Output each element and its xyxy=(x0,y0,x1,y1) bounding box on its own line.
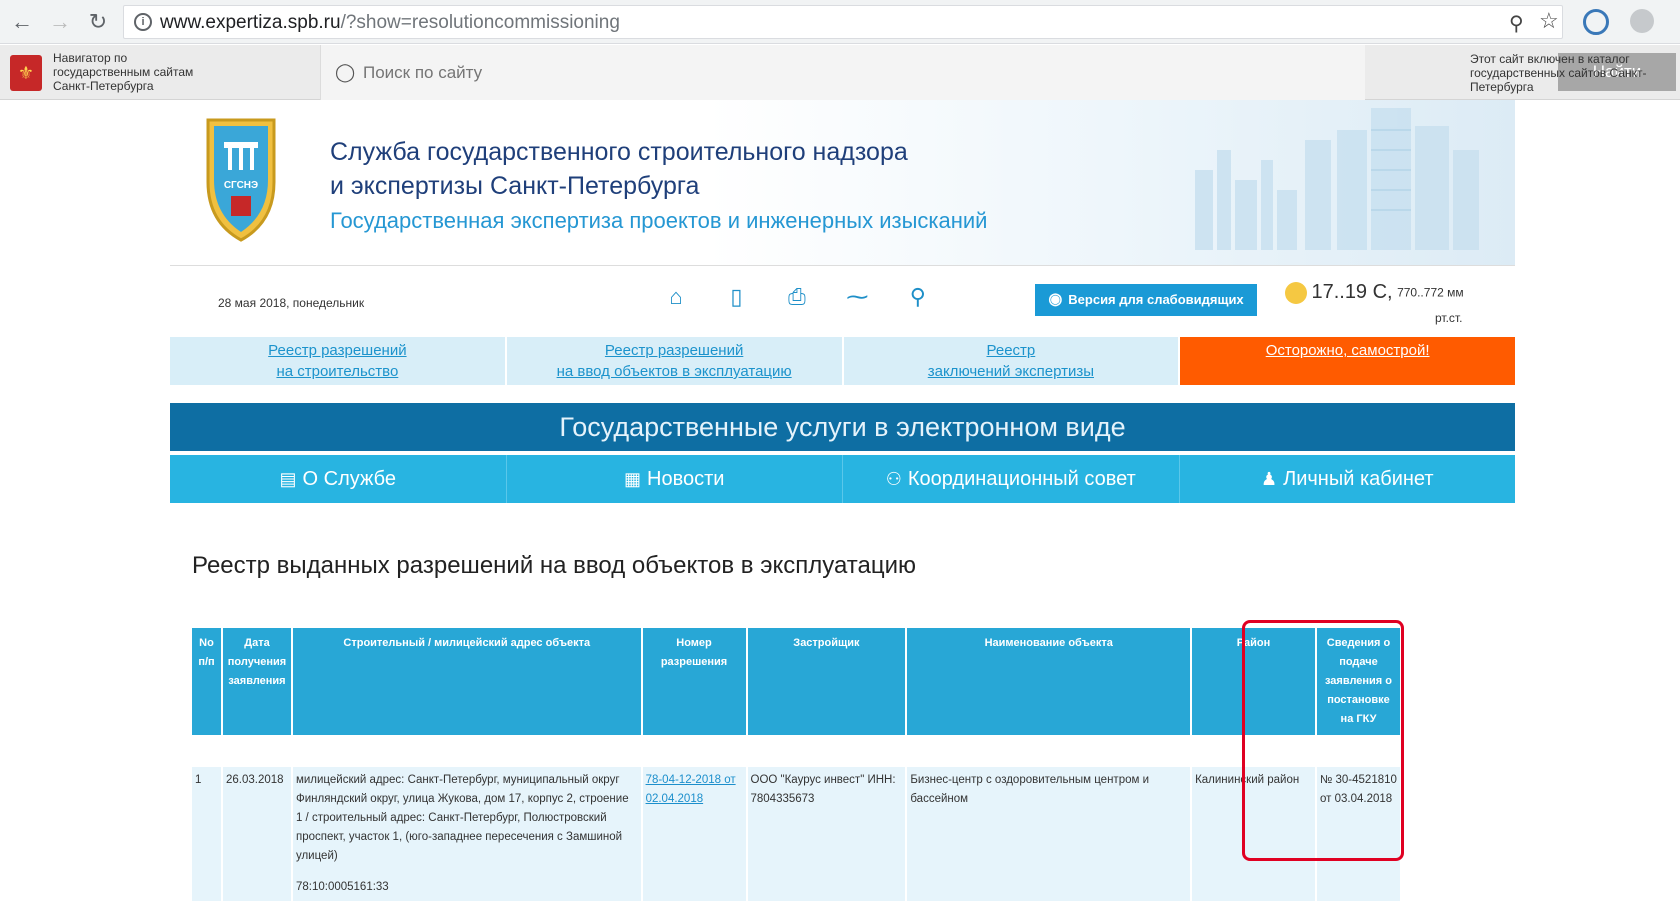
column-header: Дата получения заявления xyxy=(221,628,293,735)
print-icon[interactable]: ⎙ xyxy=(781,284,813,310)
menu-cabinet[interactable]: ♟ Личный кабинет xyxy=(1180,455,1516,503)
cell-num: 1 xyxy=(192,767,223,901)
tool-icons: ⌂ ▯ ⎙ ⁓ ⚲ xyxy=(660,284,958,310)
extension-icon[interactable] xyxy=(1583,9,1609,35)
city-skyline-image xyxy=(1195,108,1479,250)
cell-date: 26.03.2018 xyxy=(221,767,293,901)
registry-construction-permits-link[interactable]: Реестр разрешений на строительство xyxy=(170,337,505,385)
permits-table: No п/п Дата получения заявления Строител… xyxy=(192,628,1403,901)
table-row: 1 26.03.2018 милицейский адрес: Санкт-Пе… xyxy=(192,767,1403,901)
sgsne-logo-icon[interactable]: СГСНЭ xyxy=(204,112,278,242)
bookmark-star-icon[interactable]: ☆ xyxy=(1539,8,1559,34)
svg-text:СГСНЭ: СГСНЭ xyxy=(224,180,258,191)
mobile-icon[interactable]: ▯ xyxy=(720,284,752,310)
permit-link[interactable]: 78-04-12-2018 от 02.04.2018 xyxy=(646,774,736,805)
registry-commissioning-permits-link[interactable]: Реестр разрешений на ввод объектов в эксп… xyxy=(506,337,842,385)
profile-avatar-icon[interactable] xyxy=(1630,9,1654,33)
group-icon: ⚇ xyxy=(885,469,902,489)
address-bar[interactable]: i www.expertiza.spb.ru/?show=resolutionc… xyxy=(123,5,1563,39)
column-header: Наименование объекта xyxy=(906,628,1193,735)
cell-permit: 78-04-12-2018 от 02.04.2018 xyxy=(641,767,748,901)
menu-about[interactable]: ▤ О Службе xyxy=(170,455,507,503)
column-header: Сведения о подаче заявления о постановке… xyxy=(1315,628,1403,735)
unauthorized-construction-link[interactable]: Осторожно, самострой! xyxy=(1180,337,1515,385)
eye-icon: ◉ xyxy=(1048,291,1063,308)
catalog-note[interactable]: Этот сайт включен в каталог государствен… xyxy=(1470,52,1680,94)
zoom-icon[interactable]: ⚲ xyxy=(1509,11,1524,36)
cell-gku: № 30-4521810 от 03.04.2018 xyxy=(1315,767,1403,901)
current-date: 28 мая 2018, понедельник xyxy=(218,296,365,310)
low-vision-label: Версия для слабовидящих xyxy=(1068,292,1244,307)
rss-icon[interactable]: ⁓ xyxy=(841,284,873,310)
forward-arrow-icon[interactable]: → xyxy=(46,8,74,36)
site-info-icon[interactable]: i xyxy=(134,13,152,31)
site-search: ◯ Найти xyxy=(320,45,1676,100)
sun-cloud-icon xyxy=(1285,281,1307,304)
search-icon[interactable]: ⚲ xyxy=(902,284,934,310)
menu-council[interactable]: ⚇ Координационный совет xyxy=(843,455,1180,503)
column-header: Район xyxy=(1191,628,1317,735)
site-header: СГСНЭ Служба государственного строительн… xyxy=(170,100,1515,265)
cell-object: Бизнес-центр с оздоровительным центром и… xyxy=(906,767,1193,901)
cell-developer: ООО "Каурус инвест" ИНН: 7804335673 xyxy=(746,767,908,901)
url-host: www.expertiza.spb.ru xyxy=(160,12,341,33)
url-path: /?show=resolutioncommissioning xyxy=(340,12,620,33)
reload-icon[interactable]: ↻ xyxy=(84,8,112,36)
search-icon: ◯ xyxy=(335,62,356,82)
menu-news[interactable]: ▦ Новости xyxy=(507,455,843,503)
gov-navigator-bar: ⚜ Навигатор по государственным сайтам Са… xyxy=(0,45,1680,100)
site-subtitle: Государственная экспертиза проектов и ин… xyxy=(330,208,988,233)
table-header-row: No п/п Дата получения заявления Строител… xyxy=(192,628,1403,735)
address-text: милицейский адрес: Санкт-Петербург, муни… xyxy=(295,774,629,862)
back-arrow-icon[interactable]: ← xyxy=(8,8,36,36)
spb-emblem-icon[interactable]: ⚜ xyxy=(10,55,42,91)
site-title-line2: и экспертизы Санкт-Петербурга xyxy=(330,172,700,200)
registry-links: Реестр разрешений на строительство Реестр… xyxy=(170,337,1515,385)
cadastral-number: 78:10:0005161:33 xyxy=(295,881,389,893)
weather-widget: 17..19 С, 770..772 мм рт.ст. xyxy=(1285,281,1485,325)
user-icon: ♟ xyxy=(1260,469,1278,489)
column-header: Строительный / милицейский адрес объекта xyxy=(291,628,643,735)
registry-expert-conclusions-link[interactable]: Реестр заключений экспертизы xyxy=(843,337,1179,385)
column-header: No п/п xyxy=(192,628,223,735)
book-icon: ▤ xyxy=(279,469,297,489)
url-text[interactable]: www.expertiza.spb.ru/?show=resolutioncom… xyxy=(160,12,620,34)
column-header: Застройщик xyxy=(746,628,908,735)
cell-district: Калининский район xyxy=(1191,767,1317,901)
news-icon: ▦ xyxy=(624,469,642,489)
tool-row: 28 мая 2018, понедельник ⌂ ▯ ⎙ ⁓ ⚲ ◉ Верс… xyxy=(170,265,1515,337)
site-title: Служба государственного строительного на… xyxy=(330,135,908,203)
main-menu: ▤ О Службе ▦ Новости ⚇ Координационный сове… xyxy=(170,455,1515,503)
browser-toolbar: ← → ↻ i www.expertiza.spb.ru/?show=resol… xyxy=(0,0,1680,44)
navigator-link[interactable]: Навигатор по государственным сайтам Санк… xyxy=(53,51,213,93)
temperature: 17..19 С, xyxy=(1311,281,1393,303)
gos-services-banner[interactable]: Государственные услуги в электронном вид… xyxy=(170,403,1515,451)
page-title: Реестр выданных разрешений на ввод объек… xyxy=(192,552,916,579)
site-title-line1: Служба государственного строительного на… xyxy=(330,138,908,166)
pressure-unit: рт.ст. xyxy=(1435,311,1463,325)
site-search-input[interactable] xyxy=(363,59,1143,87)
low-vision-version-button[interactable]: ◉ Версия для слабовидящих xyxy=(1035,284,1257,316)
pressure: 770..772 мм xyxy=(1397,285,1464,300)
home-icon[interactable]: ⌂ xyxy=(660,284,692,310)
cell-address: милицейский адрес: Санкт-Петербург, муни… xyxy=(291,767,643,901)
column-header: Номер разрешения xyxy=(641,628,748,735)
site-container: СГСНЭ Служба государственного строительн… xyxy=(170,100,1515,901)
